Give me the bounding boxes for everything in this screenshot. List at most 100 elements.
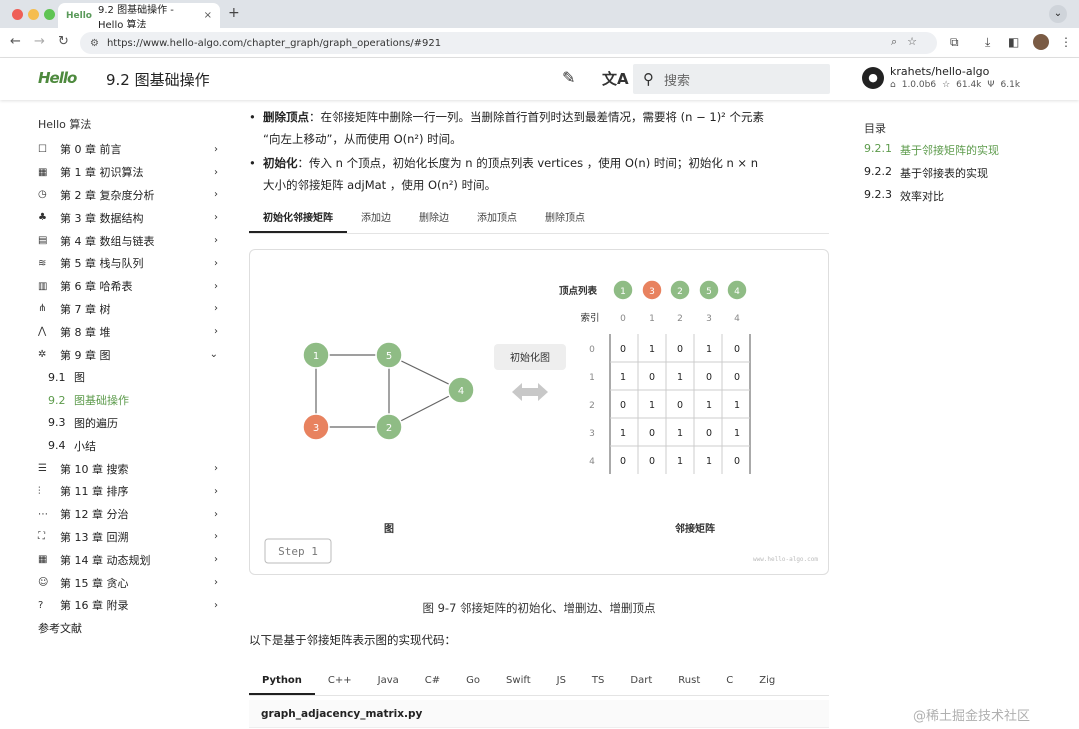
minimize-window-button[interactable]: [28, 9, 39, 20]
bullet-text: ：在邻接矩阵中删除一行一列。当删除首行首列时达到最差情况，需要将 (n − 1)…: [309, 110, 764, 124]
toc-item[interactable]: 9.2.2 基于邻接表的实现: [864, 165, 999, 188]
sidebar-item-chapter[interactable]: ⫶ 第 11 章 排序 ›: [38, 480, 218, 503]
matrix-cell: 1: [677, 428, 683, 439]
repo-name[interactable]: krahets/hello-algo: [890, 65, 989, 78]
sidebar-subitem-num: 9.2: [48, 393, 66, 407]
figure-tab[interactable]: 添加边: [347, 204, 405, 233]
graph-node-label: 1: [313, 351, 319, 362]
zoom-star-icons[interactable]: ⌕☆: [891, 35, 927, 49]
extensions-icon[interactable]: ⧉: [950, 35, 959, 50]
repo-stats: ⌂ 1.0.0b6 ☆ 61.4k Ψ 6.1k: [890, 80, 1020, 90]
sidebar-item-chapter[interactable]: ☰ 第 10 章 搜索 ›: [38, 457, 218, 480]
figure-tab[interactable]: 添加顶点: [463, 204, 531, 233]
timer-icon: ◷: [38, 189, 47, 201]
sidebar-item-label: 第 12 章 分治: [60, 508, 129, 522]
site-info-icon[interactable]: ⚙: [90, 38, 99, 49]
figure-card: 1 5 4 3 2 初始化图 顶点列表 1 3 2 5 4 索引 0 1 2 3 4 0 1 2 3 4…: [249, 249, 829, 575]
sidebar-toggle-icon[interactable]: ◧: [1008, 35, 1019, 49]
code-tab[interactable]: JS: [544, 666, 579, 695]
code-tab[interactable]: Zig: [746, 666, 788, 695]
sidebar-item-chapter[interactable]: ▥ 第 6 章 哈希表 ›: [38, 275, 218, 298]
sidebar-item-chapter[interactable]: ☺ 第 15 章 贪心 ›: [38, 571, 218, 594]
forward-icon[interactable]: →: [34, 34, 45, 49]
matrix-cell: 1: [620, 428, 626, 439]
sidebar-subitem-num: 9.3: [48, 416, 66, 430]
sidebar-item-chapter[interactable]: ▤ 第 4 章 数组与链表 ›: [38, 229, 218, 252]
code-tab[interactable]: Rust: [665, 666, 713, 695]
sidebar-item-chapter[interactable]: ⋔ 第 7 章 树 ›: [38, 298, 218, 321]
sidebar-item-chapter[interactable]: ⋯ 第 12 章 分治 ›: [38, 503, 218, 526]
code-tab[interactable]: Java: [365, 666, 412, 695]
site-watermark: www.hello-algo.com: [753, 556, 818, 563]
code-tab[interactable]: TS: [579, 666, 617, 695]
figure-tab[interactable]: 删除边: [405, 204, 463, 233]
chevron-right-icon: ›: [214, 143, 218, 155]
translate-icon[interactable]: 文A: [602, 68, 629, 89]
sidebar-item-chapter[interactable]: ☐ 第 0 章 前言 ›: [38, 138, 218, 161]
sidebar-item-chapter[interactable]: ♣ 第 3 章 数据结构 ›: [38, 206, 218, 229]
matrix-cell: 0: [677, 400, 683, 411]
bullet-text-line2: 大小的邻接矩阵 adjMat ，使用 O(n²) 时间。: [263, 178, 497, 192]
sidebar-subitem[interactable]: 9.3 图的遍历: [38, 412, 218, 435]
graph-node: 5: [375, 341, 403, 369]
matrix-cell: 1: [649, 344, 655, 355]
code-tab[interactable]: C#: [412, 666, 453, 695]
sidebar-subitem[interactable]: 9.4 小结: [38, 434, 218, 457]
graph-node-label: 2: [386, 423, 392, 434]
repo-forks: 6.1k: [1000, 80, 1021, 90]
code-tab[interactable]: C++: [315, 666, 365, 695]
close-tab-icon[interactable]: ×: [204, 10, 212, 21]
code-tab[interactable]: Python: [249, 666, 315, 695]
browser-tab[interactable]: Hello 9.2 图基础操作 - Hello 算法 ×: [58, 3, 220, 31]
theme-toggle-icon[interactable]: ✎: [562, 68, 575, 87]
vertex-list-item: 4: [726, 279, 748, 301]
search-input[interactable]: ⚲ 搜索: [633, 64, 830, 94]
sidebar-item-chapter[interactable]: ⛶ 第 13 章 回溯 ›: [38, 526, 218, 549]
menu-icon[interactable]: ⋮: [1060, 35, 1072, 49]
figure-tab[interactable]: 删除顶点: [531, 204, 599, 233]
sidebar-item-chapter[interactable]: ≋ 第 5 章 栈与队列 ›: [38, 252, 218, 275]
matrix-cell: 0: [620, 344, 626, 355]
sidebar-item-chapter[interactable]: ▦ 第 14 章 动态规划 ›: [38, 548, 218, 571]
github-icon[interactable]: ●: [862, 67, 884, 89]
sidebar-subitem[interactable]: 9.1 图: [38, 366, 218, 389]
sidebar-item-chapter[interactable]: ⋀ 第 8 章 堆 ›: [38, 320, 218, 343]
figure-tab[interactable]: 初始化邻接矩阵: [249, 204, 347, 233]
reload-icon[interactable]: ↻: [58, 34, 69, 49]
sidebar-subitem[interactable]: 9.2 图基础操作: [38, 389, 218, 412]
matrix-cell: 0: [706, 428, 712, 439]
new-tab-button[interactable]: +: [228, 5, 240, 21]
address-bar[interactable]: ⚙ https://www.hello-algo.com/chapter_gra…: [80, 32, 937, 54]
profile-avatar[interactable]: [1033, 34, 1049, 50]
maximize-window-button[interactable]: [44, 9, 55, 20]
matrix-cell: 0: [734, 344, 740, 355]
download-icon[interactable]: ⤓: [985, 35, 990, 50]
sidebar-item-chapter[interactable]: ✲ 第 9 章 图 ⌄: [38, 343, 218, 366]
matrix-cell: 1: [734, 400, 740, 411]
close-window-button[interactable]: [12, 9, 23, 20]
graph-node-label: 4: [458, 386, 464, 397]
sidebar-item-chapter[interactable]: ? 第 16 章 附录 ›: [38, 594, 218, 617]
divide-icon: ⋯: [38, 508, 48, 520]
sidebar-item-label: 第 11 章 排序: [60, 485, 129, 499]
matrix-cell: 1: [677, 456, 683, 467]
code-tab[interactable]: Dart: [617, 666, 665, 695]
back-icon[interactable]: ←: [10, 34, 21, 49]
logo[interactable]: Hello: [38, 64, 84, 92]
sidebar-item-label: 第 4 章 数组与链表: [60, 234, 155, 248]
code-tab[interactable]: Go: [453, 666, 493, 695]
bullet-text-line2: “向左上移动”，从而使用 O(n²) 时间。: [263, 132, 462, 146]
code-tab[interactable]: C: [713, 666, 746, 695]
chevron-right-icon: ›: [214, 485, 218, 497]
code-tab[interactable]: Swift: [493, 666, 544, 695]
array-icon: ▤: [38, 235, 48, 247]
sidebar-item-references[interactable]: 参考文献: [38, 617, 218, 640]
toc-item[interactable]: 9.2.1 基于邻接矩阵的实现: [864, 142, 999, 165]
tab-list-chevron-icon[interactable]: ⌄: [1049, 5, 1067, 23]
toc-item[interactable]: 9.2.3 效率对比: [864, 188, 999, 211]
vertex-list-label: 2: [677, 287, 683, 297]
index-row: 0 1 2 3 4: [620, 314, 740, 324]
sidebar-item-chapter[interactable]: ▦ 第 1 章 初识算法 ›: [38, 161, 218, 184]
sidebar-item-chapter[interactable]: ◷ 第 2 章 复杂度分析 ›: [38, 184, 218, 207]
graph-node: 4: [447, 376, 475, 404]
